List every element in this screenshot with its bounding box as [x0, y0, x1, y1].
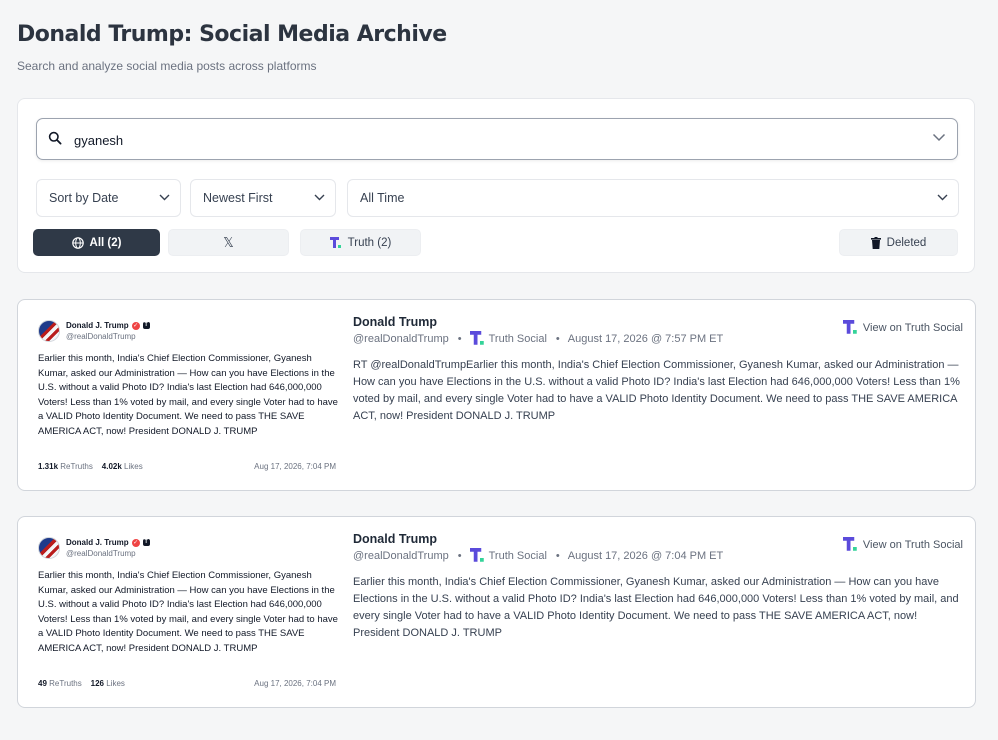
- screenshot-date: Aug 17, 2026, 7:04 PM: [254, 679, 336, 688]
- order-value: Newest First: [203, 191, 273, 205]
- separator-dot: •: [457, 549, 462, 562]
- screenshot-stats: 49 ReTruths 126 Likes: [38, 679, 125, 688]
- like-count: 126: [90, 679, 104, 688]
- post-card: Donald J. Trump ✓ T @realDonaldTrump Ear…: [17, 299, 976, 491]
- truth-social-icon: [842, 320, 857, 334]
- truth-badge-icon: T: [142, 539, 150, 546]
- filter-all-label: All (2): [89, 236, 122, 249]
- like-count: 4.02k: [101, 462, 122, 471]
- order-select[interactable]: Newest First: [190, 179, 336, 217]
- post-author: Donald Trump: [353, 315, 438, 329]
- post-body: Earlier this month, India's Chief Electi…: [353, 576, 959, 639]
- truth-social-icon: [329, 236, 341, 248]
- post-handle: @realDonaldTrump: [353, 549, 449, 562]
- retruth-label: ReTruths: [49, 679, 82, 688]
- post-body: RT @realDonaldTrumpEarlier this month, I…: [353, 359, 960, 422]
- filter-truth-label: Truth (2): [347, 236, 392, 249]
- separator-dot: •: [555, 332, 560, 345]
- view-on-truth-social-link[interactable]: View on Truth Social: [842, 537, 963, 552]
- filter-deleted-label: Deleted: [886, 236, 927, 249]
- view-on-truth-social-link[interactable]: View on Truth Social: [842, 320, 963, 335]
- truth-social-icon: [469, 548, 484, 562]
- post-screenshot[interactable]: Donald J. Trump ✓ T @realDonaldTrump Ear…: [32, 314, 344, 476]
- post-screenshot[interactable]: Donald J. Trump ✓ T @realDonaldTrump Ear…: [32, 531, 344, 693]
- retruth-count: 49: [38, 679, 47, 688]
- post-platform: Truth Social: [469, 331, 547, 346]
- page-subtitle: Search and analyze social media posts ac…: [17, 59, 317, 73]
- post-handle: @realDonaldTrump: [353, 332, 449, 345]
- search-icon: [48, 131, 62, 145]
- chevron-down-icon: [937, 194, 948, 201]
- avatar: [38, 537, 60, 559]
- separator-dot: •: [457, 332, 462, 345]
- globe-icon: [71, 236, 84, 249]
- truth-social-icon: [469, 331, 484, 345]
- post-author: Donald Trump: [353, 532, 438, 546]
- verified-icon: ✓: [131, 538, 140, 547]
- post-date: August 17, 2026 @ 7:57 PM ET: [567, 332, 724, 345]
- screenshot-date: Aug 17, 2026, 7:04 PM: [254, 462, 336, 471]
- filter-x-button[interactable]: 𝕏: [168, 229, 289, 256]
- post-meta: @realDonaldTrump • Truth Social • August…: [353, 331, 723, 346]
- screenshot-handle: @realDonaldTrump: [66, 549, 136, 558]
- retruth-label: ReTruths: [60, 462, 93, 471]
- screenshot-stats: 1.31k ReTruths 4.02k Likes: [38, 462, 143, 471]
- filter-truth-button[interactable]: Truth (2): [300, 229, 421, 256]
- sort-by-select[interactable]: Sort by Date: [36, 179, 181, 217]
- screenshot-handle: @realDonaldTrump: [66, 332, 136, 341]
- screenshot-text: Earlier this month, India's Chief Electi…: [38, 353, 338, 437]
- screenshot-author-name: Donald J. Trump ✓ T: [66, 538, 150, 547]
- screenshot-text: Earlier this month, India's Chief Electi…: [38, 570, 338, 654]
- post-meta: @realDonaldTrump • Truth Social • August…: [353, 548, 723, 563]
- search-input[interactable]: [72, 127, 916, 153]
- verified-icon: ✓: [131, 321, 140, 330]
- filter-deleted-button[interactable]: Deleted: [839, 229, 958, 256]
- trash-icon: [870, 236, 881, 249]
- time-range-value: All Time: [360, 191, 405, 205]
- post-platform: Truth Social: [469, 548, 547, 563]
- filter-all-button[interactable]: All (2): [33, 229, 160, 256]
- chevron-down-icon[interactable]: [932, 133, 946, 142]
- separator-dot: •: [555, 549, 560, 562]
- search-panel: Sort by Date Newest First All Time All (…: [17, 98, 975, 273]
- chevron-down-icon: [314, 194, 325, 201]
- avatar: [38, 320, 60, 342]
- page-title: Donald Trump: Social Media Archive: [17, 22, 447, 47]
- truth-social-icon: [842, 537, 857, 551]
- like-label: Likes: [106, 679, 125, 688]
- time-range-select[interactable]: All Time: [347, 179, 959, 217]
- post-date: August 17, 2026 @ 7:04 PM ET: [567, 549, 724, 562]
- like-label: Likes: [124, 462, 143, 471]
- retruth-count: 1.31k: [38, 462, 59, 471]
- search-box[interactable]: [36, 118, 958, 160]
- chevron-down-icon: [159, 194, 170, 201]
- screenshot-author-name: Donald J. Trump ✓ T: [66, 321, 150, 330]
- x-logo-icon: 𝕏: [223, 234, 234, 250]
- post-card: Donald J. Trump ✓ T @realDonaldTrump Ear…: [17, 516, 976, 708]
- truth-badge-icon: T: [142, 322, 150, 329]
- sort-by-value: Sort by Date: [49, 191, 119, 205]
